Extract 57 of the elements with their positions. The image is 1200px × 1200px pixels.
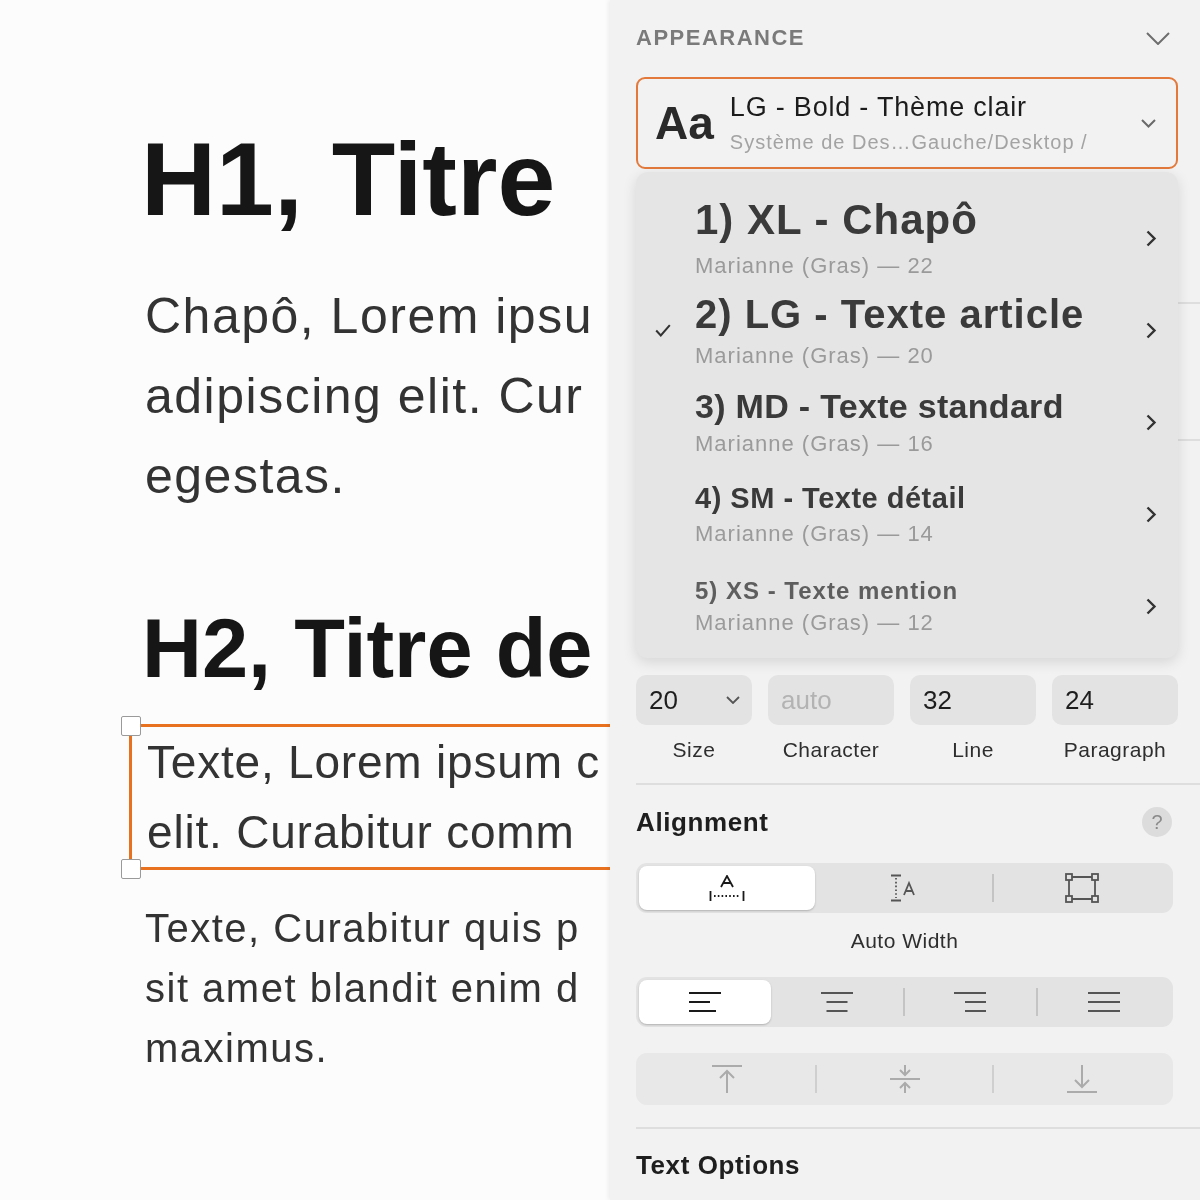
style-option-font: Marianne (Gras) — 20 [695,342,934,369]
style-option-name: 2) LG - Texte article [695,291,1085,336]
body-paragraph: Texte, Lorem ipsum c elit. Curabitur comm [147,735,601,860]
fixed-size-icon [1064,873,1099,903]
align-bottom-icon [1065,1064,1100,1094]
resize-handle[interactable] [120,858,141,879]
section-heading: Alignment [636,806,769,838]
input-field[interactable]: 24 [1052,675,1178,725]
field-label: Line [952,737,994,763]
body-paragraph: Texte, Curabitur quis p sit amet blandit enim d maximus. [145,905,580,1072]
section-heading: Text Options [636,1149,801,1182]
style-option-name: 3) MD - Texte standard [695,387,1064,425]
chevron-down-icon [726,696,740,704]
style-preview-text: Aa [655,100,714,146]
resize-handle[interactable] [120,715,141,736]
heading-text: H1, Titre [141,124,556,234]
style-option-font: Marianne (Gras) — 22 [695,253,934,279]
field-label: Paragraph [1063,737,1167,763]
chevron-right-icon [1146,229,1157,247]
auto-height-icon [890,874,917,902]
align-left-icon [687,991,722,1013]
style-menu-item[interactable]: 1) XL - Chapô Marianne (Gras) — 22 [636,192,1178,284]
style-path: Système de Des…Gauche/Desktop / [729,130,1088,155]
align-center-icon [819,991,854,1013]
section-title: APPEARANCE [636,25,806,51]
input-field[interactable]: 32 [910,675,1036,725]
chevron-right-icon [1146,413,1157,431]
text-style-picker[interactable]: Aa LG - Bold - Thème clair Système de Des…Gauche/Desktop / [636,77,1178,169]
style-option-font: Marianne (Gras) — 12 [695,610,934,636]
field-label: Size [672,737,716,763]
align-right-icon [953,991,988,1013]
chevron-down-icon[interactable] [1146,31,1170,45]
style-option-name: 4) SM - Texte détail [695,481,966,515]
chevron-down-icon [1141,118,1156,128]
style-menu-item[interactable]: 5) XS - Texte mention Marianne (Gras) — 12 [636,560,1178,652]
heading-text: H2, Titre de [142,604,593,694]
chevron-right-icon [1146,597,1157,615]
align-middle-icon [887,1064,922,1094]
style-option-name: 1) XL - Chapô [695,197,978,243]
chevron-right-icon [1146,505,1157,523]
chevron-right-icon [1146,321,1157,339]
align-justify-icon [1087,991,1122,1013]
field-label: Character [782,737,880,763]
resize-mode-label: Auto Width [850,928,959,954]
lead-paragraph: Chapô, Lorem ipsu adipiscing elit. Cur egestas. [145,287,593,506]
style-menu-item[interactable]: 2) LG - Texte article Marianne (Gras) — 20 [636,284,1178,376]
style-option-name: 5) XS - Texte mention [695,576,959,606]
size-dropdown[interactable]: 20 [636,675,752,725]
style-menu-item[interactable]: 4) SM - Texte détail Marianne (Gras) — 14 [636,468,1178,560]
style-name: LG - Bold - Thème clair [729,91,1027,123]
style-option-font: Marianne (Gras) — 16 [695,431,934,457]
text-align-button[interactable] [639,980,771,1024]
style-option-font: Marianne (Gras) — 14 [695,521,934,547]
checkmark-icon [655,323,671,337]
style-menu-item[interactable]: 3) MD - Texte standard Marianne (Gras) — 16 [636,376,1178,468]
auto-width-icon [709,875,746,901]
align-top-icon [709,1064,744,1094]
